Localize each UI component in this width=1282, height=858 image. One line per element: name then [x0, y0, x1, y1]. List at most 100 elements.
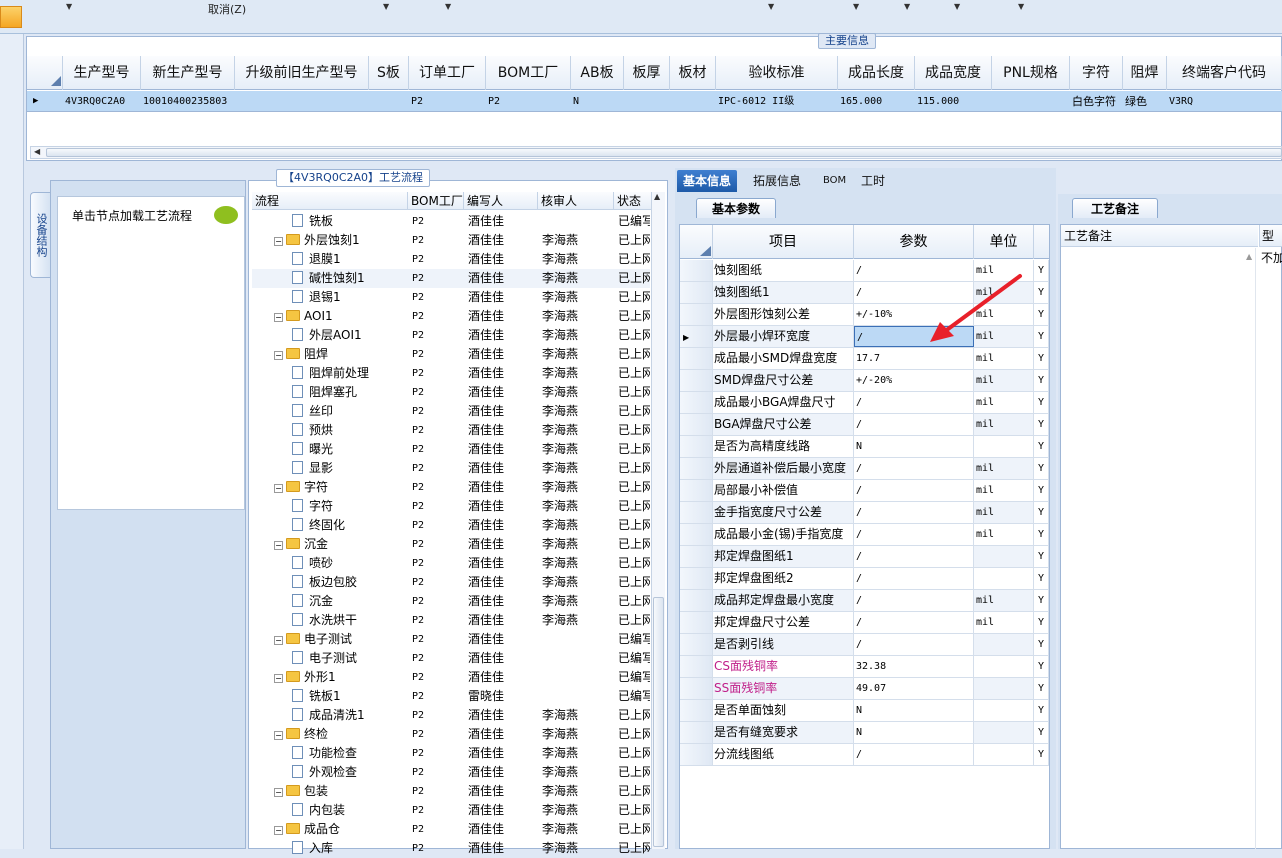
cell-unit[interactable]: mil [974, 458, 1034, 479]
cell-unit[interactable]: mil [974, 612, 1034, 633]
tree-row[interactable]: 显影 P2 酒佳佳 李海燕 已上网 [252, 459, 650, 478]
row-indicator[interactable]: ▶ [680, 326, 713, 347]
cell-param[interactable]: / [854, 744, 974, 765]
row-indicator[interactable] [680, 722, 713, 743]
cell-flag[interactable]: Y [1034, 678, 1049, 699]
tree-node[interactable]: 阻焊前处理 [292, 364, 408, 383]
cell[interactable]: 4V3RQ0C2A0 [63, 91, 141, 112]
tree-row[interactable]: − 成品仓 P2 酒佳佳 李海燕 已上网 [252, 820, 650, 839]
dropdown-arrow-icon[interactable]: ▼ [383, 2, 389, 11]
tree-row[interactable]: 外层AOI1 P2 酒佳佳 李海燕 已上网 [252, 326, 650, 345]
dropdown-arrow-icon[interactable]: ▼ [904, 2, 910, 11]
cell[interactable] [235, 91, 369, 112]
cell-param[interactable]: / [854, 392, 974, 413]
col-solder-mask[interactable]: 阻焊 [1123, 56, 1167, 90]
tree-row[interactable]: 内包装 P2 酒佳佳 李海燕 已上网 [252, 801, 650, 820]
cell-flag[interactable]: Y [1034, 590, 1049, 611]
param-row[interactable]: 邦定焊盘图纸1/ Y [680, 546, 1049, 568]
vertical-scrollbar[interactable]: ▲ [651, 192, 665, 849]
col-standard[interactable]: 验收标准 [716, 56, 838, 90]
cell[interactable]: 165.000 [838, 91, 915, 112]
chat-bubble-icon[interactable] [214, 206, 238, 224]
cell-param[interactable]: 49.07 [854, 678, 974, 699]
row-indicator[interactable] [680, 348, 713, 369]
col-prod-model[interactable]: 生产型号 [63, 56, 141, 90]
dropdown-arrow-icon[interactable]: ▼ [1018, 2, 1024, 11]
col-s-board[interactable]: S板 [369, 56, 409, 90]
scroll-up-icon[interactable]: ▲ [1246, 252, 1252, 261]
tree-node[interactable]: 字符 [292, 497, 408, 516]
tree-node[interactable]: 内包装 [292, 801, 408, 820]
row-indicator[interactable] [680, 634, 713, 655]
tree-node[interactable]: − 成品仓 [274, 820, 408, 839]
type-header[interactable]: 型号 [1259, 225, 1282, 247]
tree-node[interactable]: 终固化 [292, 516, 408, 535]
row-indicator[interactable] [680, 260, 713, 281]
tree-row[interactable]: 成品清洗1 P2 酒佳佳 李海燕 已上网 [252, 706, 650, 725]
tree-row[interactable]: 铣板1 P2 雷晓佳 已编写 [252, 687, 650, 706]
tree-row[interactable]: 退膜1 P2 酒佳佳 李海燕 已上网 [252, 250, 650, 269]
col-unit[interactable]: 单位 [974, 225, 1034, 259]
row-indicator[interactable] [680, 502, 713, 523]
tree-node[interactable]: − 字符 [274, 478, 408, 497]
cell[interactable] [670, 91, 716, 112]
collapse-icon[interactable]: − [274, 636, 283, 645]
cell-param[interactable]: / [854, 568, 974, 589]
cell-flag[interactable]: Y [1034, 480, 1049, 501]
collapse-icon[interactable]: − [274, 674, 283, 683]
tree-node[interactable]: 丝印 [292, 402, 408, 421]
cell-unit[interactable] [974, 678, 1034, 699]
tree-row[interactable]: 曝光 P2 酒佳佳 李海燕 已上网 [252, 440, 650, 459]
tree-node[interactable]: 喷砂 [292, 554, 408, 573]
row-indicator[interactable] [680, 744, 713, 765]
tree-row[interactable]: − 外层蚀刻1 P2 酒佳佳 李海燕 已上网 [252, 231, 650, 250]
tree-row[interactable]: 阻焊塞孔 P2 酒佳佳 李海燕 已上网 [252, 383, 650, 402]
cell-unit[interactable] [974, 546, 1034, 567]
cell-unit[interactable] [974, 634, 1034, 655]
cell-param[interactable]: / [854, 502, 974, 523]
tree-row[interactable]: 水洗烘干 P2 酒佳佳 李海燕 已上网 [252, 611, 650, 630]
tree-node[interactable]: 电子测试 [292, 649, 408, 668]
cell-flag[interactable]: Y [1034, 392, 1049, 413]
param-row[interactable]: 成品最小金(锡)手指宽度 / mil Y [680, 524, 1049, 546]
cell-param[interactable]: 32.38 [854, 656, 974, 677]
tree-node[interactable]: − 外形1 [274, 668, 408, 687]
col-order-factory[interactable]: 订单工厂 [409, 56, 486, 90]
cell-flag[interactable]: Y [1034, 436, 1049, 457]
row-indicator[interactable] [680, 304, 713, 325]
col-ab-board[interactable]: AB板 [571, 56, 624, 90]
tab-basic-params[interactable]: 基本参数 [696, 198, 776, 218]
tree-row[interactable]: − 沉金 P2 酒佳佳 李海燕 已上网 [252, 535, 650, 554]
cell[interactable] [369, 91, 409, 112]
tree-node[interactable]: 板边包胶 [292, 573, 408, 592]
scrollbar-thumb[interactable] [653, 597, 664, 847]
dropdown-arrow-icon[interactable]: ▼ [954, 2, 960, 11]
collapse-icon[interactable]: − [274, 731, 283, 740]
row-indicator[interactable] [680, 678, 713, 699]
tree-row[interactable]: − 字符 P2 酒佳佳 李海燕 已上网 [252, 478, 650, 497]
cell-param[interactable]: +/-20% [854, 370, 974, 391]
cell-unit[interactable] [974, 656, 1034, 677]
cell-unit[interactable]: mil [974, 502, 1034, 523]
col-bom-factory[interactable]: BOM工厂 [486, 56, 571, 90]
cell-param[interactable]: N [854, 700, 974, 721]
row-indicator[interactable] [680, 458, 713, 479]
param-row[interactable]: SMD焊盘尺寸公差 +/-20% mil Y [680, 370, 1049, 392]
scroll-left-icon[interactable]: ◀ [34, 147, 40, 156]
tree-node[interactable]: 沉金 [292, 592, 408, 611]
cell-unit[interactable] [974, 744, 1034, 765]
tree-row[interactable]: − 外形1 P2 酒佳佳 已编写 [252, 668, 650, 687]
cell[interactable] [624, 91, 670, 112]
cell-flag[interactable]: Y [1034, 502, 1049, 523]
cell[interactable]: 10010400235803 [141, 91, 235, 112]
param-row[interactable]: 邦定焊盘图纸2/ Y [680, 568, 1049, 590]
tree-node[interactable]: − AOI1 [274, 307, 408, 326]
cell-param[interactable]: N [854, 722, 974, 743]
cell-flag[interactable]: Y [1034, 700, 1049, 721]
tree-node[interactable]: − 外层蚀刻1 [274, 231, 408, 250]
col-material[interactable]: 板材 [670, 56, 716, 90]
tree-row[interactable]: 预烘 P2 酒佳佳 李海燕 已上网 [252, 421, 650, 440]
cell-flag[interactable]: Y [1034, 656, 1049, 677]
tree-node[interactable]: 外观检查 [292, 763, 408, 782]
tree-row[interactable]: 阻焊前处理 P2 酒佳佳 李海燕 已上网 [252, 364, 650, 383]
